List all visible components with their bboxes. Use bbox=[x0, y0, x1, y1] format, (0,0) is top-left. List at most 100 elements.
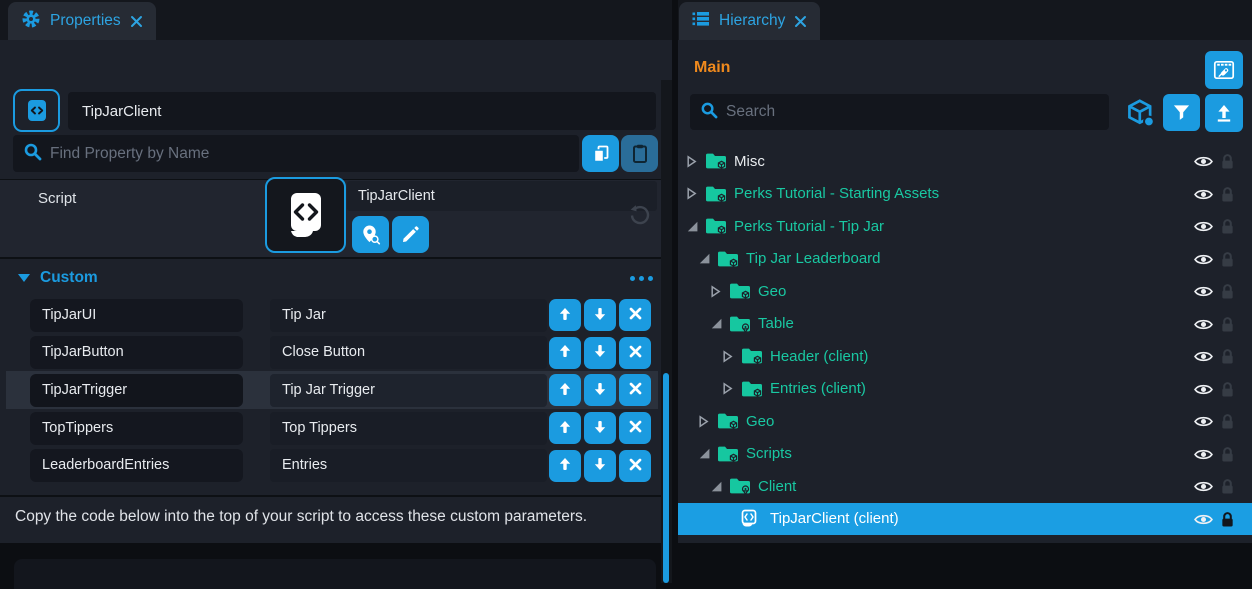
expander-expanded-icon[interactable] bbox=[686, 220, 699, 233]
move-down-button[interactable] bbox=[584, 412, 616, 444]
move-down-button[interactable] bbox=[584, 299, 616, 331]
lock-icon[interactable] bbox=[1220, 218, 1235, 240]
tree-row[interactable]: Perks Tutorial - Tip Jar bbox=[678, 210, 1252, 243]
visibility-eye-icon[interactable] bbox=[1194, 154, 1213, 174]
custom-property-value-field[interactable]: Close Button bbox=[270, 336, 547, 369]
remove-property-button[interactable] bbox=[619, 450, 651, 482]
expander-expanded-icon[interactable] bbox=[710, 317, 723, 330]
expander-expanded-icon[interactable] bbox=[698, 447, 711, 460]
property-search-input[interactable] bbox=[50, 145, 579, 163]
expander-expanded-icon[interactable] bbox=[710, 480, 723, 493]
cube-icon[interactable] bbox=[1126, 99, 1156, 132]
lock-icon[interactable] bbox=[1220, 478, 1235, 500]
tab-properties[interactable]: Properties bbox=[8, 2, 156, 40]
filter-button[interactable] bbox=[1163, 94, 1200, 131]
filter-funnel-icon bbox=[1172, 103, 1191, 122]
folder-pin-icon bbox=[729, 315, 751, 333]
more-options-icon[interactable] bbox=[630, 276, 635, 281]
properties-scrollbar[interactable] bbox=[661, 80, 672, 583]
expander-collapsed-icon[interactable] bbox=[722, 382, 735, 395]
tree-row[interactable]: TipJarClient (client) bbox=[678, 503, 1252, 536]
close-icon[interactable] bbox=[794, 15, 807, 28]
export-button[interactable] bbox=[1205, 94, 1243, 132]
hierarchy-search-box[interactable] bbox=[690, 94, 1109, 130]
lock-icon[interactable] bbox=[1220, 413, 1235, 435]
custom-property-name-field[interactable]: TopTippers bbox=[30, 412, 243, 445]
move-up-button[interactable] bbox=[549, 299, 581, 331]
visibility-eye-icon[interactable] bbox=[1194, 414, 1213, 434]
lock-icon[interactable] bbox=[1220, 381, 1235, 403]
tree-row[interactable]: Perks Tutorial - Starting Assets bbox=[678, 178, 1252, 211]
expander-expanded-icon[interactable] bbox=[698, 252, 711, 265]
script-name-input[interactable] bbox=[68, 92, 656, 130]
custom-property-value-field[interactable]: Tip Jar Trigger bbox=[270, 374, 547, 407]
tree-row[interactable]: Tip Jar Leaderboard bbox=[678, 243, 1252, 276]
lock-icon[interactable] bbox=[1220, 348, 1235, 370]
lock-icon[interactable] bbox=[1220, 251, 1235, 273]
copy-properties-button[interactable] bbox=[582, 135, 619, 172]
lock-icon[interactable] bbox=[1220, 511, 1235, 533]
tree-row[interactable]: Misc bbox=[678, 145, 1252, 178]
code-snippet-box[interactable] bbox=[14, 559, 656, 589]
tree-row[interactable]: Geo bbox=[678, 275, 1252, 308]
visibility-eye-icon[interactable] bbox=[1194, 317, 1213, 337]
tree-row[interactable]: Geo bbox=[678, 405, 1252, 438]
custom-property-value-field[interactable]: Top Tippers bbox=[270, 412, 547, 445]
tree-row[interactable]: Table bbox=[678, 308, 1252, 341]
visibility-eye-icon[interactable] bbox=[1194, 512, 1213, 532]
lock-icon[interactable] bbox=[1220, 153, 1235, 175]
lock-icon[interactable] bbox=[1220, 446, 1235, 468]
remove-property-button[interactable] bbox=[619, 337, 651, 369]
remove-property-button[interactable] bbox=[619, 374, 651, 406]
custom-property-value-field[interactable]: Tip Jar bbox=[270, 299, 547, 332]
expander-collapsed-icon[interactable] bbox=[686, 187, 699, 200]
expander-collapsed-icon[interactable] bbox=[686, 155, 699, 168]
visibility-eye-icon[interactable] bbox=[1194, 219, 1213, 239]
scrollbar-thumb[interactable] bbox=[663, 373, 669, 583]
move-down-button[interactable] bbox=[584, 337, 616, 369]
move-up-button[interactable] bbox=[549, 374, 581, 406]
paste-properties-button[interactable] bbox=[621, 135, 658, 172]
expander-collapsed-icon[interactable] bbox=[698, 415, 711, 428]
close-icon[interactable] bbox=[130, 15, 143, 28]
custom-property-name-field[interactable]: LeaderboardEntries bbox=[30, 449, 243, 482]
visibility-eye-icon[interactable] bbox=[1194, 349, 1213, 369]
custom-property-value-field[interactable]: Entries bbox=[270, 449, 547, 482]
edit-script-button[interactable] bbox=[392, 216, 429, 253]
find-in-hierarchy-button[interactable] bbox=[352, 216, 389, 253]
collapse-triangle-icon[interactable] bbox=[18, 274, 30, 282]
expander-collapsed-icon[interactable] bbox=[722, 350, 735, 363]
remove-property-button[interactable] bbox=[619, 299, 651, 331]
move-up-button[interactable] bbox=[549, 337, 581, 369]
tree-row[interactable]: Header (client) bbox=[678, 340, 1252, 373]
visibility-eye-icon[interactable] bbox=[1194, 252, 1213, 272]
script-value-field[interactable]: TipJarClient bbox=[347, 181, 657, 211]
remove-property-button[interactable] bbox=[619, 412, 651, 444]
expander-collapsed-icon[interactable] bbox=[710, 285, 723, 298]
tab-hierarchy[interactable]: Hierarchy bbox=[679, 2, 820, 40]
reset-icon[interactable] bbox=[628, 204, 651, 232]
custom-property-name-field[interactable]: TipJarButton bbox=[30, 336, 243, 369]
hierarchy-search-input[interactable] bbox=[726, 103, 1109, 121]
move-up-button[interactable] bbox=[549, 450, 581, 482]
tree-row[interactable]: Entries (client) bbox=[678, 373, 1252, 406]
publish-rocket-button[interactable] bbox=[1205, 51, 1243, 89]
lock-icon[interactable] bbox=[1220, 283, 1235, 305]
scene-label: Main bbox=[694, 59, 730, 77]
lock-icon[interactable] bbox=[1220, 316, 1235, 338]
custom-property-name-field[interactable]: TipJarUI bbox=[30, 299, 243, 332]
move-down-button[interactable] bbox=[584, 374, 616, 406]
custom-property-name-field[interactable]: TipJarTrigger bbox=[30, 374, 243, 407]
visibility-eye-icon[interactable] bbox=[1194, 447, 1213, 467]
visibility-eye-icon[interactable] bbox=[1194, 284, 1213, 304]
move-up-button[interactable] bbox=[549, 412, 581, 444]
script-slot[interactable] bbox=[265, 177, 346, 253]
lock-icon[interactable] bbox=[1220, 186, 1235, 208]
visibility-eye-icon[interactable] bbox=[1194, 382, 1213, 402]
move-down-button[interactable] bbox=[584, 450, 616, 482]
tree-row[interactable]: Scripts bbox=[678, 438, 1252, 471]
property-search-box[interactable] bbox=[13, 135, 579, 172]
tree-row[interactable]: Client bbox=[678, 470, 1252, 503]
visibility-eye-icon[interactable] bbox=[1194, 187, 1213, 207]
visibility-eye-icon[interactable] bbox=[1194, 479, 1213, 499]
